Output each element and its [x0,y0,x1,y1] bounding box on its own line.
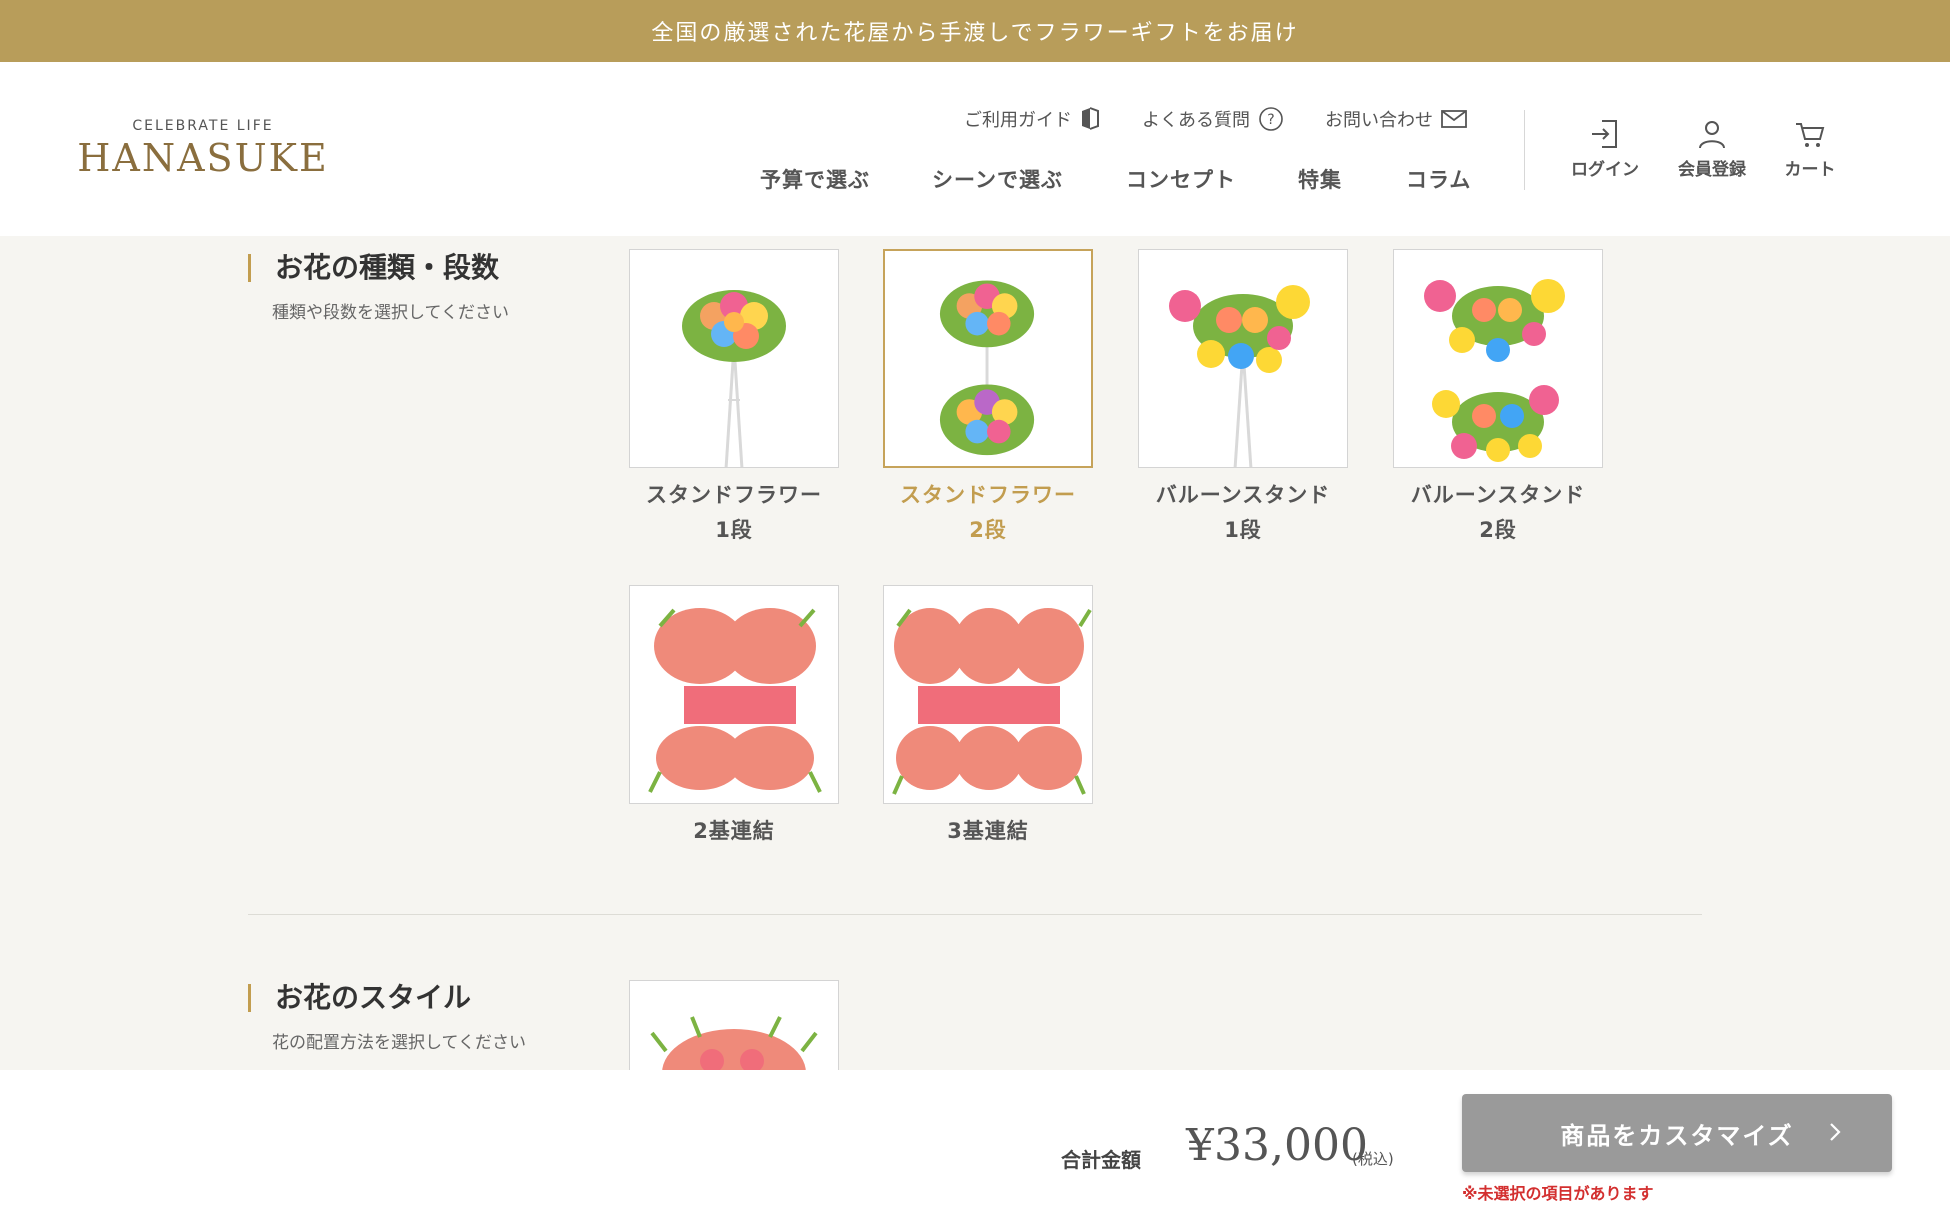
option-linked-2[interactable]: 2基連結 [629,585,839,849]
total-price: ¥33,000 [1186,1120,1368,1171]
guide-link[interactable]: ご利用ガイド [964,106,1100,132]
option-balloon-1[interactable]: バルーンスタンド 1段 [1138,249,1348,548]
option-label: 2基連結 [693,819,775,843]
option-label: スタンドフラワー 2段 [900,483,1076,542]
option-image [1138,249,1348,468]
nav-feature[interactable]: 特集 [1298,164,1342,194]
option-image [883,585,1093,804]
section-style-title: お花のスタイル [248,984,471,1012]
logo[interactable]: CELEBRATE LIFE HANASUKE [72,118,334,180]
announcement-bar: 全国の厳選された花屋から手渡しでフラワーギフトをお届け [0,0,1950,62]
option-stand-1[interactable]: スタンドフラワー 1段 [629,249,839,548]
option-stand-2[interactable]: スタンドフラワー 2段 [883,249,1093,548]
login-label: ログイン [1571,160,1639,180]
contact-link-label: お問い合わせ [1325,110,1433,131]
customize-button-label: 商品をカスタマイズ [1560,1121,1794,1150]
option-balloon-2[interactable]: バルーンスタンド 2段 [1393,249,1603,548]
mail-icon [1441,110,1467,128]
chevron-right-icon [1830,1123,1841,1141]
login-button[interactable]: ログイン [1560,117,1650,180]
option-linked-3[interactable]: 3基連結 [883,585,1093,849]
option-label: スタンドフラワー 1段 [646,483,822,542]
logo-wordmark: HANASUKE [77,136,329,180]
option-label: 3基連結 [947,819,1029,843]
guide-link-label: ご利用ガイド [964,110,1072,131]
option-label: バルーンスタンド 2段 [1410,483,1586,542]
nav-column[interactable]: コラム [1406,164,1471,194]
user-icon [1699,121,1725,149]
section-type-title: お花の種類・段数 [248,254,499,282]
option-image [629,249,839,468]
question-icon: ? [1259,107,1283,131]
cart-label: カート [1784,160,1836,180]
guide-icon [1082,107,1099,130]
site-header: CELEBRATE LIFE HANASUKE ご利用ガイド よくある質問 ? … [0,62,1950,236]
tax-note: (税込) [1352,1150,1394,1168]
section-divider [248,914,1702,915]
purchase-bar: 合計金額 ¥33,000 (税込) 商品をカスタマイズ ※未選択の項目があります [0,1070,1950,1216]
nav-concept[interactable]: コンセプト [1126,164,1236,194]
faq-link[interactable]: よくある質問 ? [1142,106,1284,132]
option-image [1393,249,1603,468]
section-type-subtitle: 種類や段数を選択してください [272,303,509,323]
customize-button[interactable]: 商品をカスタマイズ [1462,1094,1892,1172]
option-image [883,249,1093,468]
cart-icon [1796,123,1825,147]
section-style-subtitle: 花の配置方法を選択してください [272,1033,526,1053]
register-label: 会員登録 [1678,160,1746,180]
contact-link[interactable]: お問い合わせ [1325,106,1467,132]
nav-scene[interactable]: シーンで選ぶ [932,164,1063,194]
option-label: バルーンスタンド 1段 [1155,483,1331,542]
total-label: 合計金額 [1061,1148,1141,1172]
nav-budget[interactable]: 予算で選ぶ [760,164,870,194]
cart-button[interactable]: カート [1765,117,1855,180]
svg-text:?: ? [1267,112,1274,128]
logo-tagline: CELEBRATE LIFE [132,118,274,134]
selection-warning: ※未選択の項目があります [1462,1184,1654,1203]
option-image [629,585,839,804]
announcement-text: 全国の厳選された花屋から手渡しでフラワーギフトをお届け [651,21,1299,46]
login-icon [1592,120,1617,148]
faq-link-label: よくある質問 [1142,110,1250,131]
register-button[interactable]: 会員登録 [1667,117,1757,180]
header-divider [1524,110,1525,190]
